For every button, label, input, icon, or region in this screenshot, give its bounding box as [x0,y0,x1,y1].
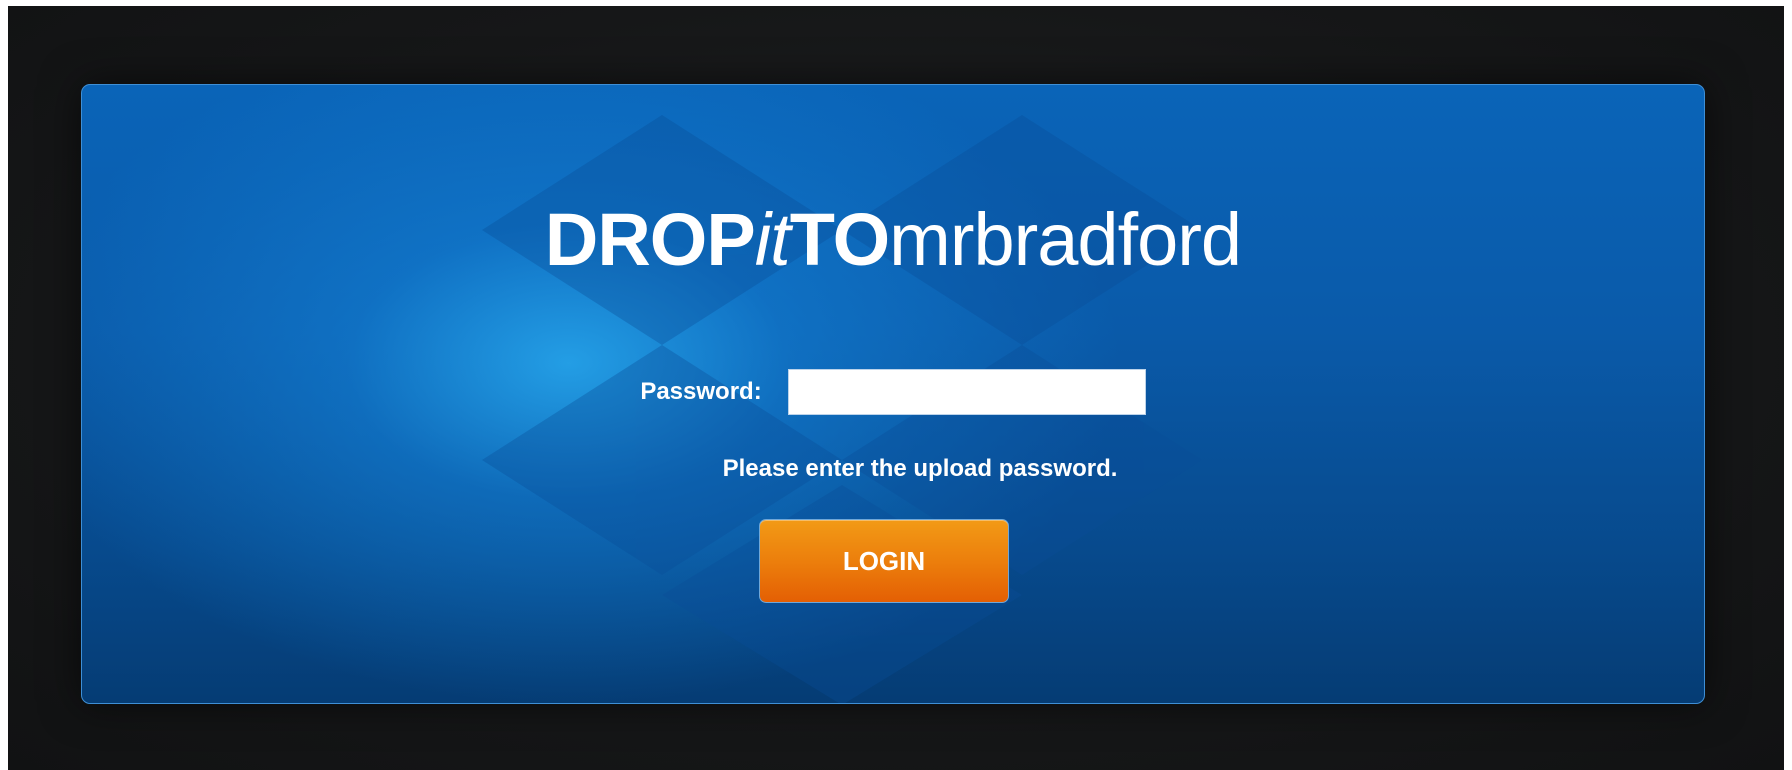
help-text: Please enter the upload password. [722,455,1118,482]
logo-part-to: TO [789,198,890,281]
logo-part-drop: DROP [544,198,756,281]
password-input[interactable] [787,369,1146,415]
login-panel: DROPitTOmrbradford Password: Please ente… [81,84,1705,704]
logo-part-it: it [754,198,791,281]
password-label: Password: [640,378,762,405]
login-button[interactable]: LOGIN [759,519,1009,603]
logo-part-name: mrbradford [889,198,1242,281]
site-logo: DROPitTOmrbradford [82,195,1704,285]
page-background: DROPitTOmrbradford Password: Please ente… [8,6,1784,770]
password-row: Password: [82,369,1704,417]
